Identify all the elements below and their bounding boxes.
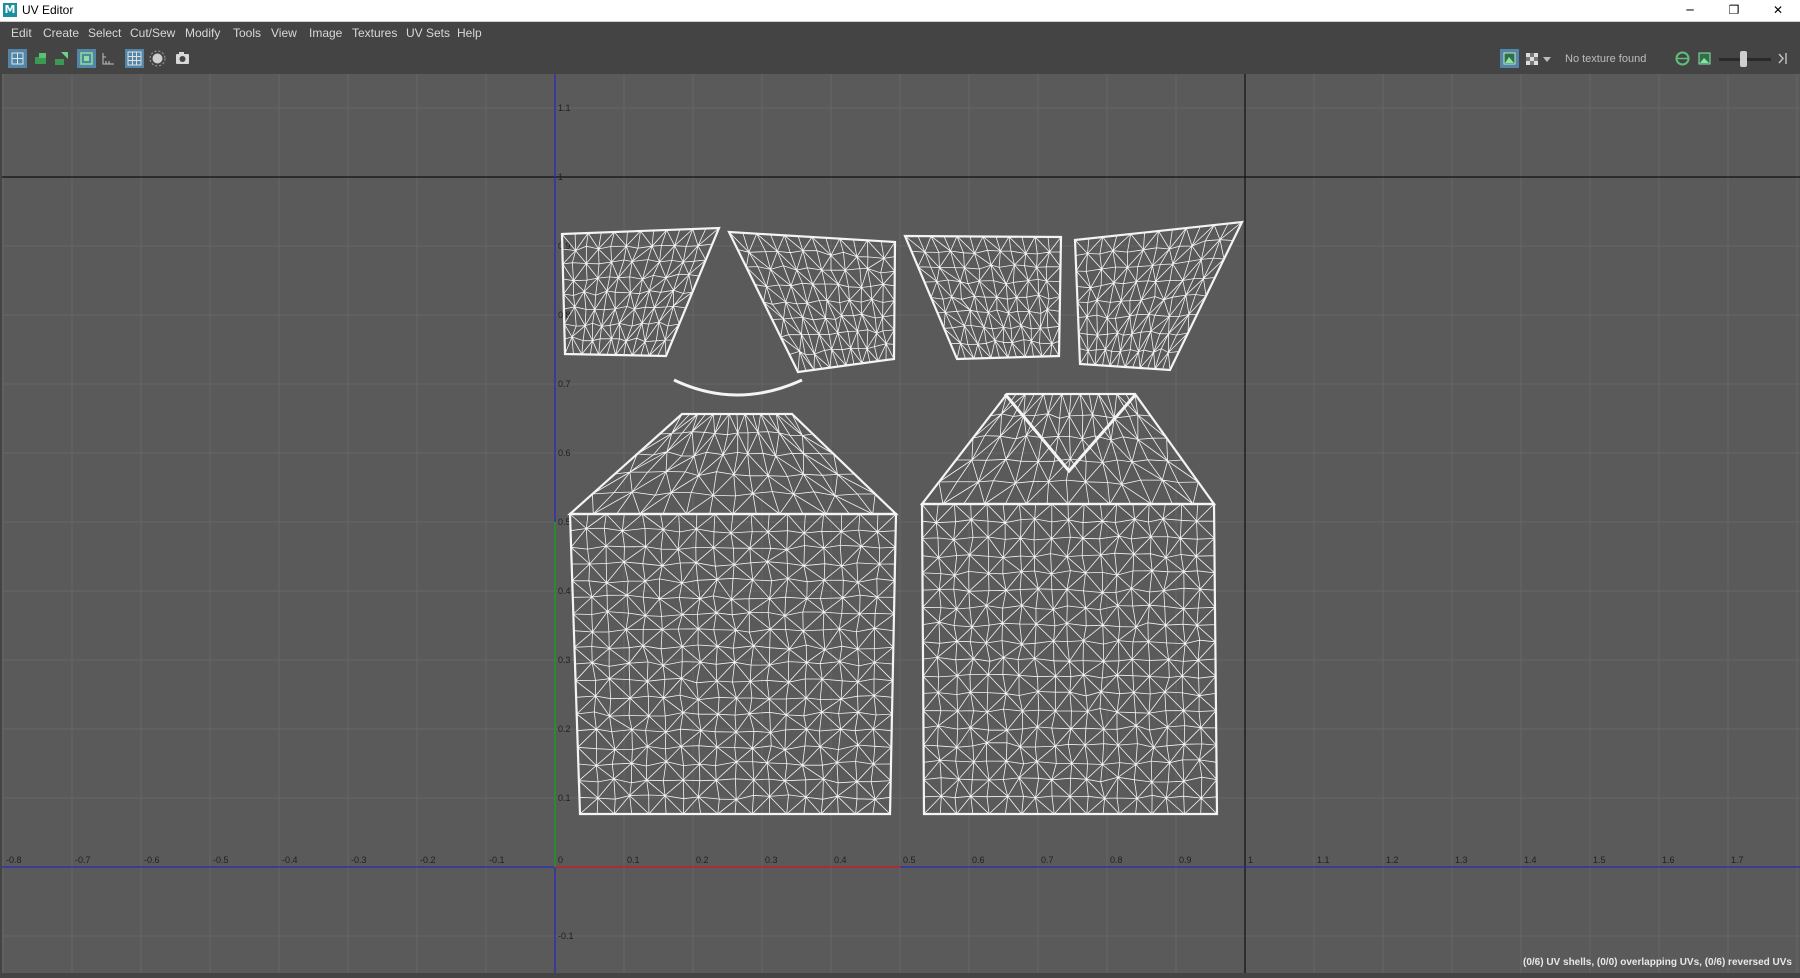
grid-frame-icon[interactable] (77, 49, 96, 68)
app-icon: M (3, 3, 17, 17)
v-tick-label: 0.1 (558, 793, 571, 803)
close-button[interactable]: ✕ (1756, 0, 1800, 21)
menu-image[interactable]: Image (309, 26, 342, 40)
v-tick-label: -0.1 (558, 931, 574, 941)
u-tick-label: 1 (1248, 855, 1253, 865)
minimize-button[interactable]: ─ (1668, 0, 1712, 21)
menu-uv-sets[interactable]: UV Sets (406, 26, 450, 40)
window-title: UV Editor (22, 3, 74, 17)
u-tick-label: -0.8 (6, 855, 22, 865)
v-tick-label: 0.4 (558, 586, 571, 596)
v-tick-label: 0.5 (558, 517, 571, 527)
menu-help[interactable]: Help (457, 26, 482, 40)
u-tick-label: 0.8 (1110, 855, 1123, 865)
u-tick-label: 1.3 (1455, 855, 1468, 865)
image-icon[interactable] (1695, 49, 1714, 68)
pixel-grid-icon[interactable] (125, 49, 144, 68)
u-tick-label: 0.6 (972, 855, 985, 865)
v-tick-label: 1.1 (558, 103, 571, 113)
menu-view[interactable]: View (271, 26, 297, 40)
texture-status-label: No texture found (1565, 53, 1647, 65)
zoom-slider-icon[interactable] (1740, 51, 1747, 67)
uv-move-icon[interactable] (52, 49, 71, 68)
checker-icon[interactable] (1522, 49, 1541, 68)
viewport-background (2, 74, 1800, 973)
u-tick-label: -0.4 (282, 855, 298, 865)
u-tick-label: 1.1 (1317, 855, 1330, 865)
uv-select-icon[interactable] (31, 49, 50, 68)
v-tick-label: 0.2 (558, 724, 571, 734)
u-tick-label: 0.7 (1041, 855, 1054, 865)
u-tick-label: -0.1 (489, 855, 505, 865)
ruler-icon[interactable] (99, 49, 118, 68)
v-tick-label: 0.3 (558, 655, 571, 665)
exposure-icon[interactable] (1673, 49, 1692, 68)
u-tick-label: 0.1 (627, 855, 640, 865)
snapshot-icon[interactable] (173, 49, 192, 68)
title-bar: M UV Editor ─ ❐ ✕ (0, 0, 1800, 22)
v-tick-label: 0.7 (558, 379, 571, 389)
menu-tools[interactable]: Tools (233, 26, 261, 40)
u-tick-label: 0.3 (765, 855, 778, 865)
u-tick-label: -0.7 (75, 855, 91, 865)
u-tick-label: 1.5 (1593, 855, 1606, 865)
uv-viewport[interactable]: -0.8 -0.7 -0.6 -0.5 -0.4 -0.3 -0.2 -0.1 0 0.1 0.2 0… (2, 74, 1800, 973)
menu-textures[interactable]: Textures (352, 26, 397, 40)
uv-canvas[interactable]: -0.8 -0.7 -0.6 -0.5 -0.4 -0.3 -0.2 -0.1 0 0.1 0.2 0… (2, 74, 1800, 973)
u-tick-label: 0 (558, 855, 563, 865)
u-tick-label: 0.2 (696, 855, 709, 865)
menu-create[interactable]: Create (43, 26, 79, 40)
menu-edit[interactable]: Edit (11, 26, 32, 40)
shading-icon[interactable] (148, 49, 167, 68)
v-tick-label: 1 (558, 172, 563, 182)
u-tick-label: 1.7 (1731, 855, 1744, 865)
menu-modify[interactable]: Modify (185, 26, 220, 40)
toolbar: No texture found (0, 44, 1800, 74)
u-tick-label: -0.3 (351, 855, 367, 865)
u-tick-label: 1.2 (1386, 855, 1399, 865)
u-tick-label: -0.5 (213, 855, 229, 865)
uv-status-readout: (0/6) UV shells, (0/0) overlapping UVs, … (1523, 957, 1792, 968)
u-tick-label: -0.6 (144, 855, 160, 865)
dropdown-arrow-icon[interactable] (1541, 49, 1553, 68)
panel-collapse-icon[interactable] (1776, 49, 1790, 68)
u-tick-label: 0.9 (1179, 855, 1192, 865)
u-tick-label: 0.5 (903, 855, 916, 865)
u-tick-label: 1.6 (1662, 855, 1675, 865)
u-tick-label: -0.2 (420, 855, 436, 865)
display-image-icon[interactable] (1500, 49, 1519, 68)
menu-bar: Edit Create Select Cut/Sew Modify Tools … (0, 22, 1800, 44)
menu-cut-sew[interactable]: Cut/Sew (130, 26, 175, 40)
v-tick-label: 0.6 (558, 448, 571, 458)
u-tick-label: 1.4 (1524, 855, 1537, 865)
menu-select[interactable]: Select (88, 26, 121, 40)
u-tick-label: 0.4 (834, 855, 847, 865)
uv-shell-select-icon[interactable] (8, 49, 27, 68)
restore-button[interactable]: ❐ (1712, 0, 1756, 21)
